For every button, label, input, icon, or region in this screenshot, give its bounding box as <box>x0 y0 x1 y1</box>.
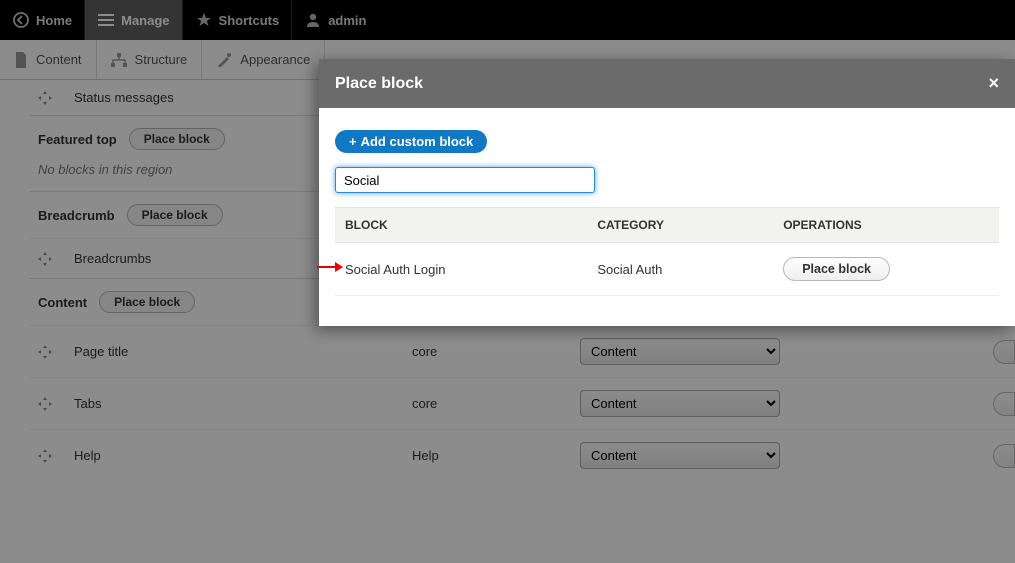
block-results-table: BLOCK CATEGORY OPERATIONS Social Auth Lo… <box>335 207 999 296</box>
col-category: CATEGORY <box>587 208 773 243</box>
col-block: BLOCK <box>335 208 587 243</box>
plus-icon: + <box>349 134 357 149</box>
cell-category: Social Auth <box>587 243 773 296</box>
col-operations: OPERATIONS <box>773 208 999 243</box>
place-block-modal: Place block × + Add custom block BLOCK C… <box>319 59 1015 326</box>
add-custom-block-button[interactable]: + Add custom block <box>335 130 487 153</box>
cell-block-name: Social Auth Login <box>335 243 587 296</box>
add-custom-block-label: Add custom block <box>361 134 474 149</box>
block-filter-input[interactable] <box>335 167 595 193</box>
place-block-op-button[interactable]: Place block <box>783 257 890 281</box>
close-icon[interactable]: × <box>988 73 999 94</box>
modal-header: Place block × <box>319 59 1015 108</box>
table-row: Social Auth Login Social Auth Place bloc… <box>335 243 999 296</box>
modal-title: Place block <box>335 75 423 93</box>
